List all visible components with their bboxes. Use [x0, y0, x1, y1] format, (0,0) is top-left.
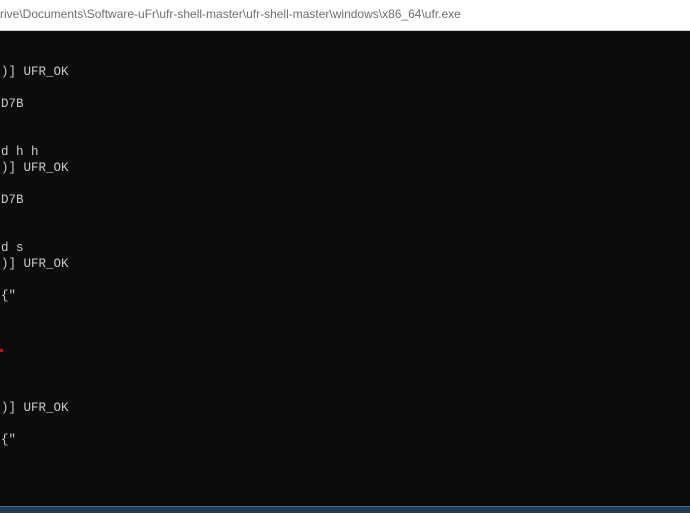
console-output[interactable]: )] UFR_OK D7B d h h )] UFR_OK D7B d s )]…: [0, 31, 690, 506]
console-line: D7B: [1, 193, 24, 207]
taskbar-edge: [0, 506, 690, 513]
console-line: {": [1, 433, 17, 447]
console-line: )] UFR_OK: [1, 161, 69, 175]
console-line: d h h: [1, 145, 39, 159]
red-marker: [0, 349, 3, 352]
console-line: d s: [1, 241, 24, 255]
console-line: {": [1, 289, 17, 303]
title-bar[interactable]: rive\Documents\Software-uFr\ufr-shell-ma…: [0, 0, 690, 31]
window-title: rive\Documents\Software-uFr\ufr-shell-ma…: [0, 7, 461, 21]
console-line: D7B: [1, 97, 24, 111]
console-line: )] UFR_OK: [1, 257, 69, 271]
console-line: )] UFR_OK: [1, 65, 69, 79]
console-line: )] UFR_OK: [1, 401, 69, 415]
console-window: rive\Documents\Software-uFr\ufr-shell-ma…: [0, 0, 690, 513]
